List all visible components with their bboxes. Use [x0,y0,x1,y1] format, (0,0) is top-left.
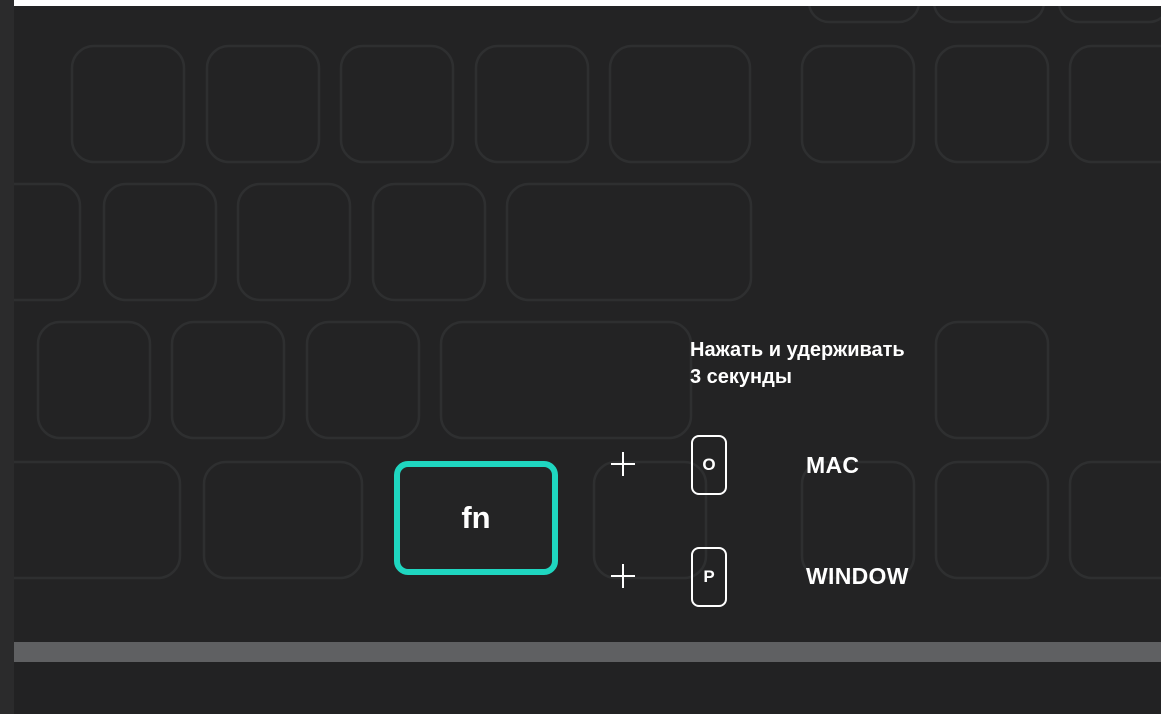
bg-key [36,320,152,440]
bg-key [70,44,186,164]
bg-key [339,44,455,164]
bg-key [505,182,753,302]
bg-key [202,460,364,580]
bg-key [439,320,693,440]
bg-key [933,6,1045,24]
bg-key [800,44,916,164]
bg-key [14,182,82,302]
bg-key [170,320,286,440]
instruction-text: Нажать и удерживать 3 секунды [690,337,905,391]
instruction-line-1: Нажать и удерживать [690,339,905,361]
bg-key [102,182,218,302]
fn-key-label: fn [461,500,491,535]
bg-key [236,182,352,302]
bg-key [934,44,1050,164]
footer-shade [14,662,1161,714]
instruction-line-2: 3 секунды [690,366,792,388]
bg-key [205,44,321,164]
bg-key [14,460,182,580]
background-keyboard-outline [14,6,1161,580]
key-p: P [691,547,727,607]
bg-key [1068,44,1161,164]
bg-key [934,320,1050,440]
bg-key [474,44,590,164]
keyboard-panel [14,6,1161,642]
bg-key [608,44,752,164]
bg-key [1058,6,1161,24]
key-p-label: P [703,567,715,586]
left-edge-strip [0,0,14,714]
os-label-mac: MAC [806,452,860,478]
bg-key [305,320,421,440]
plus-icon [608,561,638,591]
keyboard-shortcut-illustration: Нажать и удерживать 3 секунды fn O MAC P… [0,0,1161,714]
plus-icon [608,449,638,479]
os-label-window: WINDOW [806,563,909,589]
bg-key [371,182,487,302]
bottom-bar [14,642,1161,662]
key-o: O [691,435,727,495]
bg-key [808,6,920,24]
bg-key [800,460,916,580]
bg-key [934,460,1050,580]
key-o-label: O [702,455,716,474]
bg-key [1068,460,1161,580]
fn-key-highlighted: fn [394,461,558,575]
